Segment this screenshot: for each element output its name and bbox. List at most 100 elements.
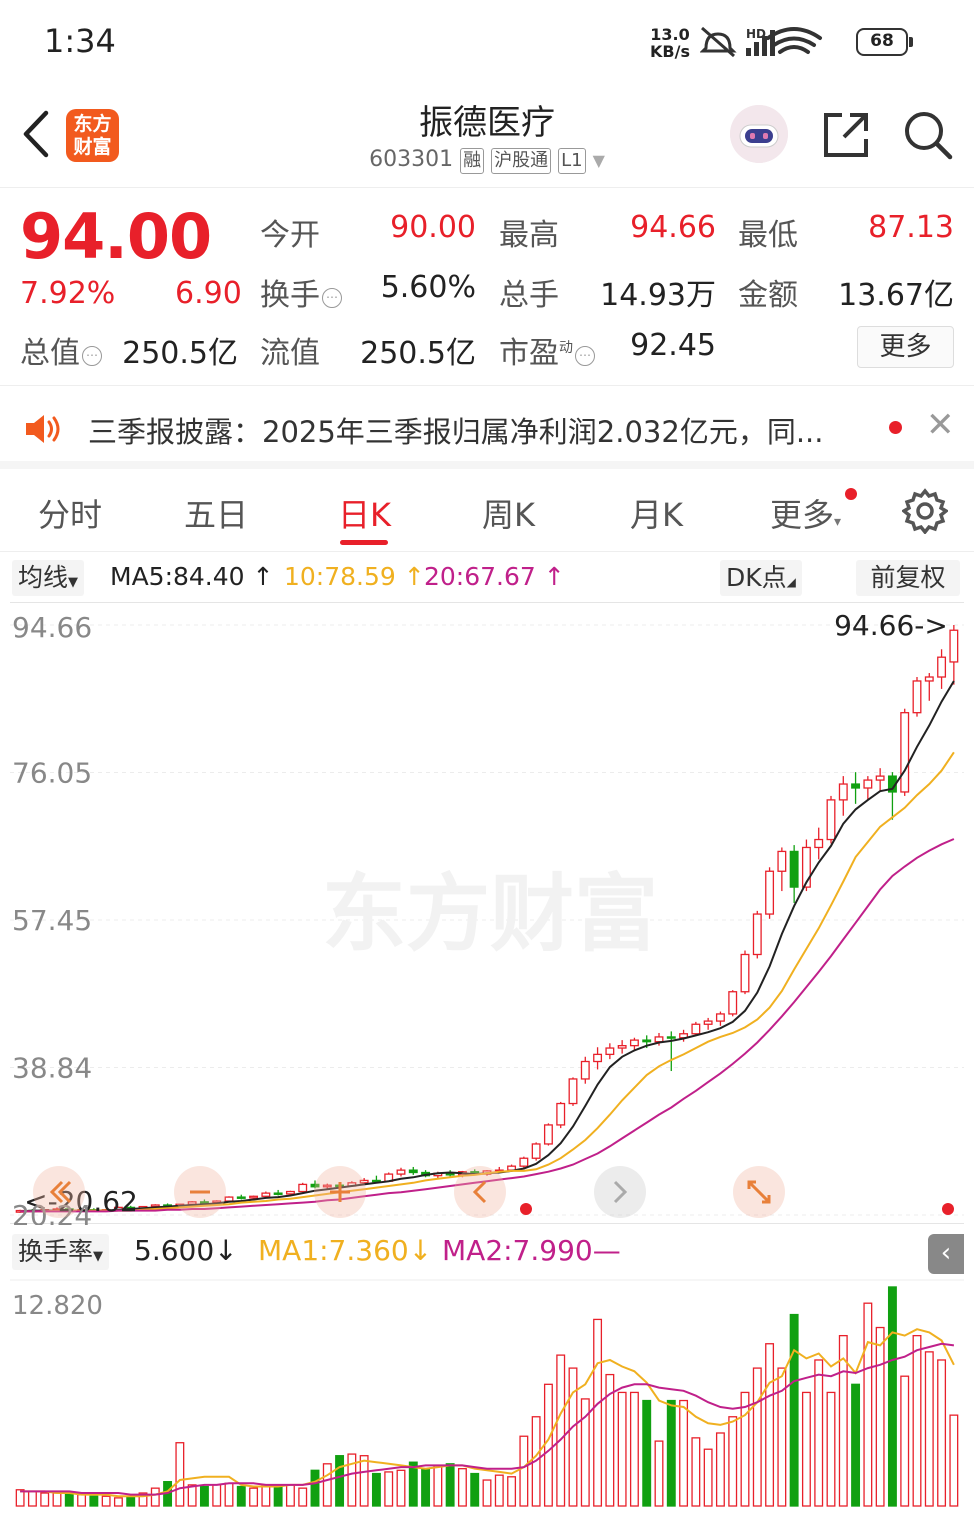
high-value: 94.66: [630, 210, 716, 245]
candle-body: [273, 1192, 283, 1195]
candle-body: [863, 779, 873, 789]
turnover-bar: [371, 1472, 381, 1507]
pe-superscript: 动: [559, 340, 573, 356]
turnover-label[interactable]: 换手 ⋯: [260, 270, 342, 314]
turnover-bar: [875, 1326, 885, 1507]
assistant-avatar[interactable]: [730, 105, 788, 163]
float-value: 250.5亿: [360, 336, 476, 371]
event-dot[interactable]: [942, 1203, 954, 1215]
turnover-bar: [556, 1354, 566, 1507]
more-button[interactable]: 更多: [857, 326, 954, 368]
candle-body: [543, 1124, 553, 1145]
turnover-bar: [494, 1474, 504, 1507]
y-tick-label: 38.84: [12, 1052, 92, 1085]
turnover-bar: [433, 1464, 443, 1507]
turnover-ma2: MA2:7.990—: [442, 1234, 621, 1267]
ma10-line: [20, 751, 955, 1213]
candle-body: [654, 1036, 664, 1043]
turnover-bar: [298, 1487, 308, 1507]
kline-svg: 东方财富 94.66-> <-20.62 94.6676.0557.4538.8…: [10, 609, 964, 1232]
dk-point-button[interactable]: DK点◢: [720, 560, 802, 596]
event-dot[interactable]: [520, 1203, 532, 1215]
turnover-bar: [568, 1367, 578, 1507]
stock-header: 东方 财富 振德医疗 603301 融 沪股通 L1 ▼: [0, 85, 974, 188]
turnover-bar: [77, 1493, 87, 1507]
turnover-svg: 12.820: [10, 1279, 964, 1507]
candle-body: [912, 680, 922, 714]
tab-five-day[interactable]: 五日: [184, 490, 248, 536]
turnover-bar: [937, 1359, 947, 1507]
close-icon[interactable]: ✕: [926, 405, 955, 445]
turnover-selector[interactable]: 换手率▼: [12, 1234, 110, 1270]
scroll-left-button[interactable]: [32, 1165, 86, 1219]
turnover-bar: [666, 1399, 676, 1507]
dropdown-triangle-icon: ▼: [68, 575, 79, 590]
share-icon[interactable]: [820, 109, 872, 161]
info-icon: ⋯: [322, 288, 342, 308]
candle-body: [629, 1039, 639, 1047]
zoom-in-button[interactable]: [313, 1165, 367, 1219]
candle-body: [814, 838, 824, 849]
tab-more[interactable]: 更多▾: [770, 490, 841, 536]
dropdown-triangle-icon: ▼: [592, 151, 605, 170]
turnover-bar: [863, 1302, 873, 1507]
tag-level: L1: [558, 148, 586, 174]
candle-body: [691, 1023, 701, 1035]
tab-intraday[interactable]: 分时: [38, 490, 102, 536]
pe-label[interactable]: 市盈动 ⋯: [499, 328, 595, 372]
tab-weekly-k[interactable]: 周K: [482, 490, 535, 536]
mute-icon: [700, 26, 737, 58]
last-price: 94.00: [20, 200, 212, 273]
turnover-bar: [236, 1485, 246, 1507]
tab-more-dot: [845, 488, 857, 500]
prev-candle-button[interactable]: [453, 1165, 507, 1219]
candle-body: [789, 850, 799, 888]
y-tick-label: 57.45: [12, 904, 92, 937]
mktcap-label[interactable]: 总值 ⋯: [20, 328, 102, 372]
turnover-bar: [89, 1495, 99, 1507]
turnover-bar: [728, 1416, 738, 1507]
turnover-bar: [175, 1442, 185, 1507]
candle-body: [715, 1013, 725, 1022]
pe-value: 92.45: [630, 328, 716, 363]
dropdown-triangle-icon: ▾: [834, 514, 842, 530]
turnover-bar: [40, 1492, 50, 1507]
ma5-value: MA5:84.40 ↑: [110, 562, 274, 591]
next-candle-button[interactable]: [593, 1165, 647, 1219]
turnover-bar: [765, 1343, 775, 1507]
turnover-bar: [421, 1468, 431, 1507]
watermark: 东方财富: [322, 865, 658, 963]
ma-selector[interactable]: 均线▼: [12, 560, 85, 596]
turnover-bar: [715, 1432, 725, 1507]
news-ticker[interactable]: 三季报披露：2025年三季报归属净利润2.032亿元，同... ✕: [0, 387, 974, 469]
collapse-arrow-icon[interactable]: ‹: [928, 1234, 964, 1274]
candle-body: [703, 1020, 713, 1025]
quote-panel: 94.00 7.92% 6.90 今开 90.00 最高 94.66 最低 87…: [0, 190, 974, 386]
stock-code: 603301: [369, 147, 454, 172]
news-text: 三季报披露：2025年三季报归属净利润2.032亿元，同...: [88, 415, 824, 449]
turnover-bar: [322, 1463, 332, 1507]
turnover-bar: [801, 1391, 811, 1507]
turnover-bar: [150, 1487, 160, 1507]
candle-body: [249, 1195, 259, 1199]
turnover-bar: [912, 1334, 922, 1507]
kline-chart[interactable]: 东方财富 94.66-> <-20.62 94.6676.0557.4538.8…: [10, 602, 964, 1232]
turnover-bar: [347, 1453, 357, 1507]
gear-icon[interactable]: [902, 488, 948, 534]
amount-label: 金额: [738, 278, 798, 313]
tag-margin: 融: [460, 148, 485, 174]
fullscreen-button[interactable]: [732, 1165, 786, 1219]
search-icon[interactable]: [902, 109, 954, 161]
turnover-bar: [543, 1383, 553, 1507]
candle-body: [519, 1157, 529, 1167]
volume-value: 14.93万: [600, 278, 716, 313]
turnover-bar: [703, 1448, 713, 1507]
turnover-bar: [249, 1487, 259, 1507]
zoom-out-button[interactable]: [173, 1165, 227, 1219]
turnover_ma2-line: [20, 1342, 955, 1496]
adjust-button[interactable]: 前复权: [856, 560, 960, 596]
turnover-chart[interactable]: 12.820: [10, 1278, 964, 1508]
tab-monthly-k[interactable]: 月K: [630, 490, 683, 536]
tab-daily-k[interactable]: 日K: [338, 490, 391, 536]
turnover-bar: [654, 1440, 664, 1507]
